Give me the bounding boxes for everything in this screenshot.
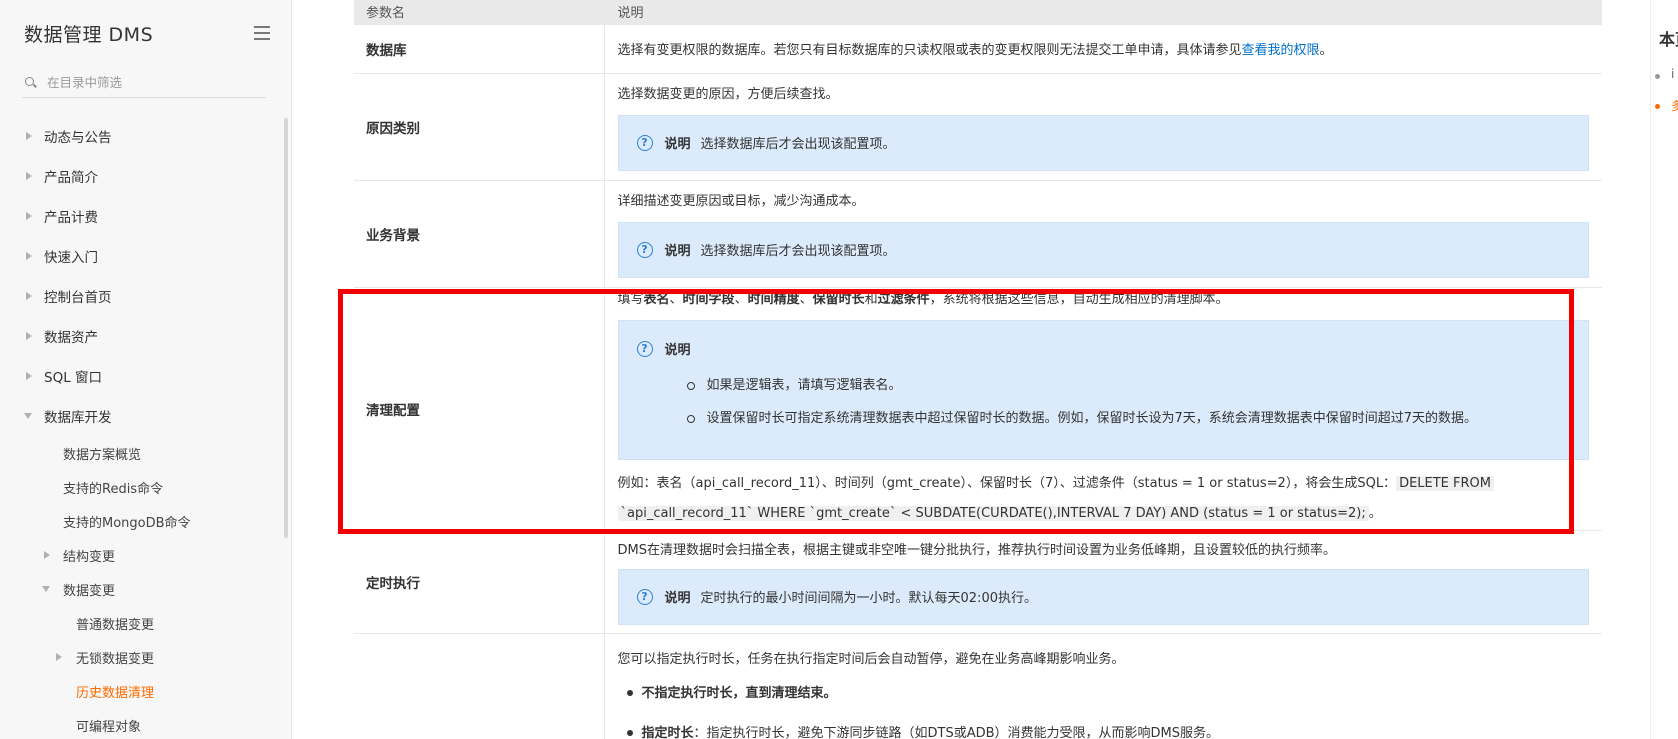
sidebar-item-data-change[interactable]: 数据变更 [0,572,290,606]
row-name-cleanup: 清理配置 [354,287,604,531]
row-name-database: 数据库 [354,24,604,74]
row-name-reason: 原因类别 [354,73,604,181]
toc-bullet-active [1655,104,1660,109]
chevron-right-icon [26,332,32,340]
note-box: ? 说明 如果是逻辑表，请填写逻辑表名。 设置保留时长可指定系统清理数据表中超过… [617,320,1589,460]
right-toc-panel: 本页 i 多 [1650,0,1678,739]
table-row: 原因类别 选择数据变更的原因，方便后续查找。 ? 说明 选择数据库后才会出现该配… [354,73,1602,181]
row-desc-reason: 选择数据变更的原因，方便后续查找。 ? 说明 选择数据库后才会出现该配置项。 [603,73,1602,181]
cleanup-example: 例如：表名（api_call_record_11）、时间列（gmt_create… [617,469,1590,529]
sidebar-title[interactable]: 数据管理 DMS [24,24,153,46]
sidebar-item-solution-overview[interactable]: 数据方案概览 [0,436,290,470]
sidebar-item-data-assets[interactable]: 数据资产 [0,316,290,356]
note-bullet-list: 如果是逻辑表，请填写逻辑表名。 设置保留时长可指定系统清理数据表中超过保留时长的… [637,376,1589,442]
list-item: 指定时长：指定执行时长，避免下游同步链路（如DTS或ADB）消费能力受限，从而影… [618,724,1590,739]
chevron-right-icon [26,292,32,300]
sidebar-item-mongodb-commands[interactable]: 支持的MongoDB命令 [0,504,290,538]
list-item: 不指定执行时长，直到清理结束。 [618,684,1590,724]
row-desc-duration: 您可以指定执行时长，任务在执行指定时间后会自动暂停，避免在业务高峰期影响业务。 … [603,633,1602,739]
table-row: 您可以指定执行时长，任务在执行指定时间后会自动暂停，避免在业务高峰期影响业务。 … [354,633,1602,739]
filter-input[interactable] [47,75,247,90]
toc-item-active[interactable]: 多 [1671,97,1678,114]
sidebar-item-redis-commands[interactable]: 支持的Redis命令 [0,470,290,504]
chevron-right-icon [44,551,50,559]
sql-code: `api_call_record_11` WHERE `gmt_create` … [617,506,1369,521]
toc-bullet [1655,74,1660,79]
chevron-right-icon [26,252,32,260]
cleanup-intro: 填写表名、时间字段、时间精度、保留时长和过滤条件，系统将根据这些信息，自动生成相… [617,292,1229,307]
sidebar-item-intro[interactable]: 产品简介 [0,156,290,196]
sidebar-item-schema-change[interactable]: 结构变更 [0,538,290,572]
sidebar-scrollbar[interactable] [284,118,288,538]
row-desc-database: 选择有变更权限的数据库。若您只有目标数据库的只读权限或表的变更权限则无法提交工单… [603,24,1602,74]
sql-code: DELETE FROM [1396,476,1494,491]
help-icon: ? [636,134,653,151]
row-desc-background: 详细描述变更原因或目标，减少沟通成本。 ? 说明 选择数据库后才会出现该配置项。 [603,180,1602,288]
sidebar-item-console-home[interactable]: 控制台首页 [0,276,290,316]
list-item: 设置保留时长可指定系统清理数据表中超过保留时长的数据。例如，保留时长设为7天，系… [637,409,1589,442]
help-icon: ? [636,588,653,605]
my-permissions-link[interactable]: 查看我的权限 [1242,43,1320,58]
toc-item[interactable]: i [1671,67,1674,81]
params-table: 参数名 说明 数据库 选择有变更权限的数据库。若您只有目标数据库的只读权限或表的… [354,0,1602,739]
table-header-row: 参数名 说明 [354,0,1602,25]
sidebar-item-quickstart[interactable]: 快速入门 [0,236,290,276]
table-row: 业务背景 详细描述变更原因或目标，减少沟通成本。 ? 说明 选择数据库后才会出现… [354,180,1602,288]
list-item: 如果是逻辑表，请填写逻辑表名。 [637,376,1589,409]
main-content: 参数名 说明 数据库 选择有变更权限的数据库。若您只有目标数据库的只读权限或表的… [354,0,1602,739]
sidebar-item-programmable-objects[interactable]: 可编程对象 [0,708,290,739]
note-box: ? 说明 定时执行的最小时间间隔为一小时。默认每天02:00执行。 [617,568,1589,625]
chevron-right-icon [26,212,32,220]
row-desc-schedule: DMS在清理数据时会扫描全表，根据主键或非空唯一键分批执行，推荐执行时间设置为业… [603,530,1602,634]
sidebar-filter [22,68,266,98]
help-icon: ? [636,241,653,258]
chevron-down-icon [24,413,32,419]
row-name-duration [354,633,604,739]
chevron-down-icon [42,586,50,592]
note-box: ? 说明 选择数据库后才会出现该配置项。 [617,114,1589,171]
row-desc-cleanup: 填写表名、时间字段、时间精度、保留时长和过滤条件，系统将根据这些信息，自动生成相… [603,287,1602,531]
toc-title: 本页 [1659,30,1678,49]
sidebar-item-normal-data-change[interactable]: 普通数据变更 [0,606,290,640]
help-icon: ? [636,340,653,357]
sidebar-item-history-cleanup[interactable]: 历史数据清理 [0,674,290,708]
chevron-right-icon [26,372,32,380]
table-row: 定时执行 DMS在清理数据时会扫描全表，根据主键或非空唯一键分批执行，推荐执行时… [354,530,1602,634]
menu-icon[interactable] [254,26,270,40]
row-name-background: 业务背景 [354,180,604,288]
duration-list: 不指定执行时长，直到清理结束。 指定时长：指定执行时长，避免下游同步链路（如DT… [618,684,1590,739]
sidebar: 数据管理 DMS 动态与公告 产品简介 产品计费 快速入门 控制台首页 数据资产… [0,0,292,739]
search-icon [25,76,37,89]
sidebar-item-db-dev[interactable]: 数据库开发 [0,396,290,436]
row-name-schedule: 定时执行 [354,530,604,634]
sidebar-item-lockless-data-change[interactable]: 无锁数据变更 [0,640,290,674]
table-row: 清理配置 填写表名、时间字段、时间精度、保留时长和过滤条件，系统将根据这些信息，… [354,287,1602,531]
sidebar-nav: 动态与公告 产品简介 产品计费 快速入门 控制台首页 数据资产 SQL 窗口 数… [0,116,290,739]
sidebar-item-news[interactable]: 动态与公告 [0,116,290,156]
header-desc: 说明 [603,0,1602,25]
chevron-right-icon [26,132,32,140]
sidebar-item-billing[interactable]: 产品计费 [0,196,290,236]
sidebar-item-sql-window[interactable]: SQL 窗口 [0,356,290,396]
header-name: 参数名 [354,0,604,25]
sidebar-header: 数据管理 DMS [24,20,270,50]
chevron-right-icon [56,653,62,661]
note-box: ? 说明 选择数据库后才会出现该配置项。 [617,221,1589,278]
chevron-right-icon [26,172,32,180]
table-row: 数据库 选择有变更权限的数据库。若您只有目标数据库的只读权限或表的变更权限则无法… [354,24,1602,74]
